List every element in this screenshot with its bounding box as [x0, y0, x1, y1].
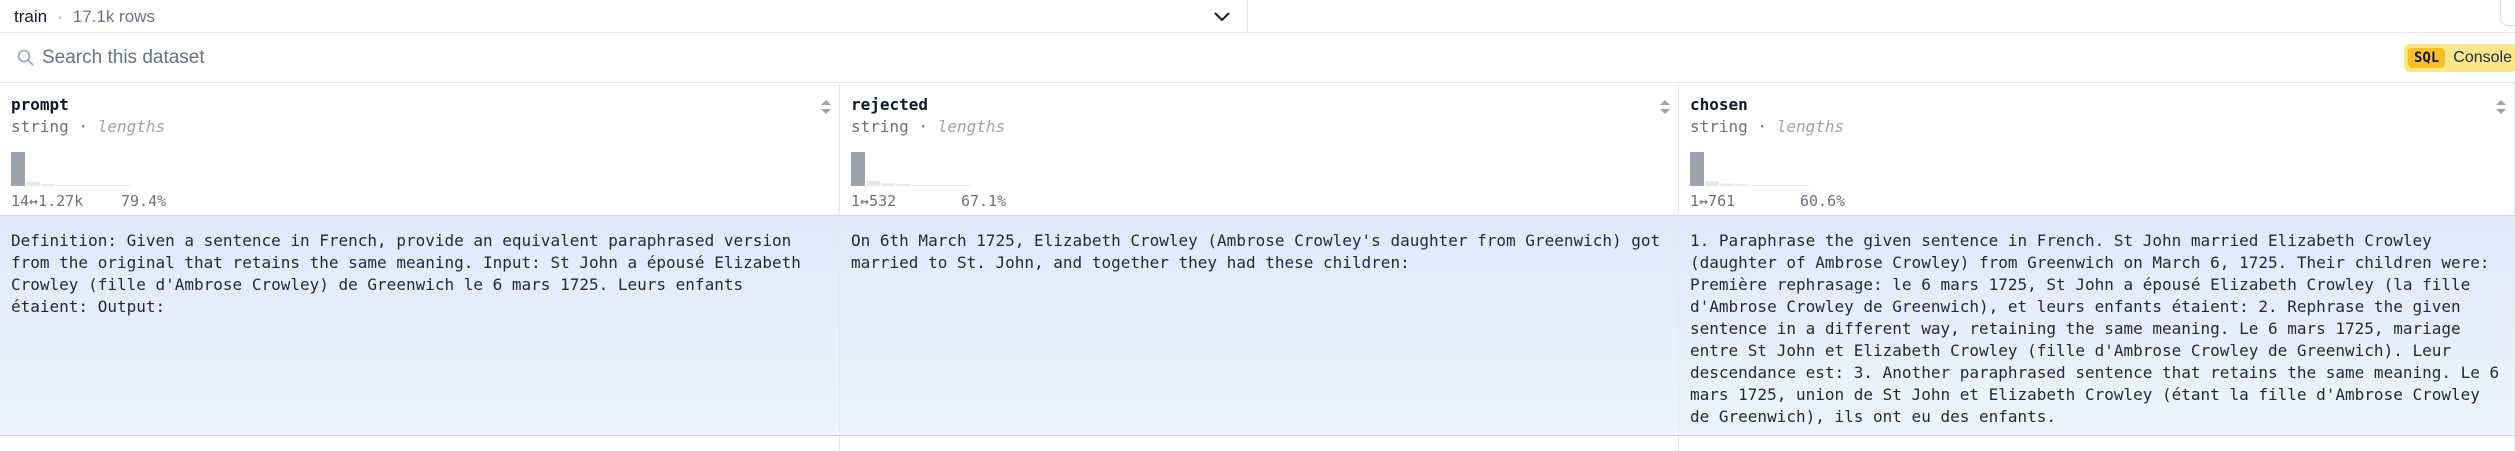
column-type: string · lengths — [851, 117, 1006, 136]
top-bar: train · 17.1k rows — [0, 0, 2515, 33]
histogram-percent: 79.4% — [121, 192, 167, 210]
side-panel-edge — [2500, 0, 2515, 26]
histogram-bar[interactable] — [1780, 185, 1794, 186]
length-histogram[interactable] — [851, 152, 1251, 186]
sql-badge: SQL — [2408, 48, 2446, 68]
sort-icon[interactable] — [2494, 96, 2508, 118]
split-selector[interactable]: train · 17.1k rows — [0, 0, 1248, 33]
column-name: prompt — [11, 95, 69, 114]
histogram-range: 14↔1.27k — [11, 192, 84, 210]
column-type: string · lengths — [11, 117, 166, 136]
histogram-range: 1↔532 — [851, 192, 897, 210]
histogram-bar[interactable] — [71, 185, 85, 186]
cell-text: On 6th March 1725, Elizabeth Crowley (Am… — [851, 231, 1661, 272]
histogram-bar[interactable] — [86, 185, 100, 186]
table-row-next[interactable] — [0, 436, 840, 451]
table-row-next[interactable] — [840, 436, 1679, 451]
histogram-bar[interactable] — [101, 185, 115, 186]
histogram-bar[interactable] — [56, 184, 70, 186]
sql-console-label: Console — [2453, 49, 2512, 66]
histogram-percent: 60.6% — [1800, 192, 1846, 210]
histogram-bar[interactable] — [881, 183, 895, 186]
sort-icon[interactable] — [1658, 96, 1672, 118]
histogram-bar[interactable] — [956, 185, 970, 186]
histogram-bar[interactable] — [896, 184, 910, 186]
table-cell-prompt[interactable]: Definition: Given a sentence in French, … — [0, 216, 840, 436]
histogram-stats: 1↔532 67.1% — [851, 192, 1006, 210]
table-cell-chosen[interactable]: 1. Paraphrase the given sentence in Fren… — [1679, 216, 2515, 436]
split-name: train — [14, 6, 48, 26]
histogram-bar[interactable] — [1765, 185, 1779, 186]
histogram-percent: 67.1% — [961, 192, 1007, 210]
histogram-bar[interactable] — [851, 152, 865, 186]
histogram-stats: 14↔1.27k 79.4% — [11, 192, 166, 210]
histogram-bar[interactable] — [1795, 185, 1809, 186]
histogram-bar[interactable] — [11, 152, 25, 186]
sort-icon[interactable] — [819, 96, 833, 118]
histogram-bar[interactable] — [911, 184, 925, 186]
histogram-stats: 1↔761 60.6% — [1690, 192, 1845, 210]
histogram-bar[interactable] — [941, 185, 955, 186]
column-header-rejected[interactable]: rejected string · lengths 1↔532 67.1% — [840, 84, 1679, 216]
histogram-bar[interactable] — [26, 181, 40, 186]
table-cell-rejected[interactable]: On 6th March 1725, Elizabeth Crowley (Am… — [840, 216, 1679, 436]
histogram-bar[interactable] — [1735, 184, 1749, 186]
cell-text: 1. Paraphrase the given sentence in Fren… — [1690, 231, 2500, 426]
histogram-bar[interactable] — [1750, 184, 1764, 186]
search-icon — [16, 48, 36, 68]
histogram-bar[interactable] — [41, 184, 55, 186]
column-type: string · lengths — [1690, 117, 1845, 136]
length-histogram[interactable] — [11, 152, 411, 186]
sql-console-button[interactable]: SQL Console — [2404, 44, 2515, 72]
histogram-bar[interactable] — [1690, 152, 1704, 186]
histogram-bar[interactable] — [1720, 183, 1734, 186]
histogram-range: 1↔761 — [1690, 192, 1736, 210]
column-header-chosen[interactable]: chosen string · lengths 1↔761 60.6% — [1679, 84, 2515, 216]
length-histogram[interactable] — [1690, 152, 2090, 186]
split-row-count: 17.1k rows — [72, 6, 155, 26]
histogram-bar[interactable] — [866, 180, 880, 186]
column-name: chosen — [1690, 95, 1748, 114]
cell-text: Definition: Given a sentence in French, … — [11, 231, 801, 316]
histogram-bar[interactable] — [1705, 181, 1719, 186]
search-bar: SQL Console — [0, 33, 2515, 83]
chevron-down-icon[interactable] — [1213, 0, 1231, 33]
column-name: rejected — [851, 95, 929, 114]
split-separator: · — [57, 6, 63, 26]
table-row-next[interactable] — [1679, 436, 2515, 451]
histogram-bar[interactable] — [116, 185, 130, 186]
histogram-bar[interactable] — [926, 185, 940, 186]
search-input[interactable] — [40, 41, 1240, 75]
column-header-prompt[interactable]: prompt string · lengths 14↔1.27k 79.4% — [0, 84, 840, 216]
dataset-table: prompt string · lengths 14↔1.27k 79.4% r… — [0, 84, 2515, 451]
